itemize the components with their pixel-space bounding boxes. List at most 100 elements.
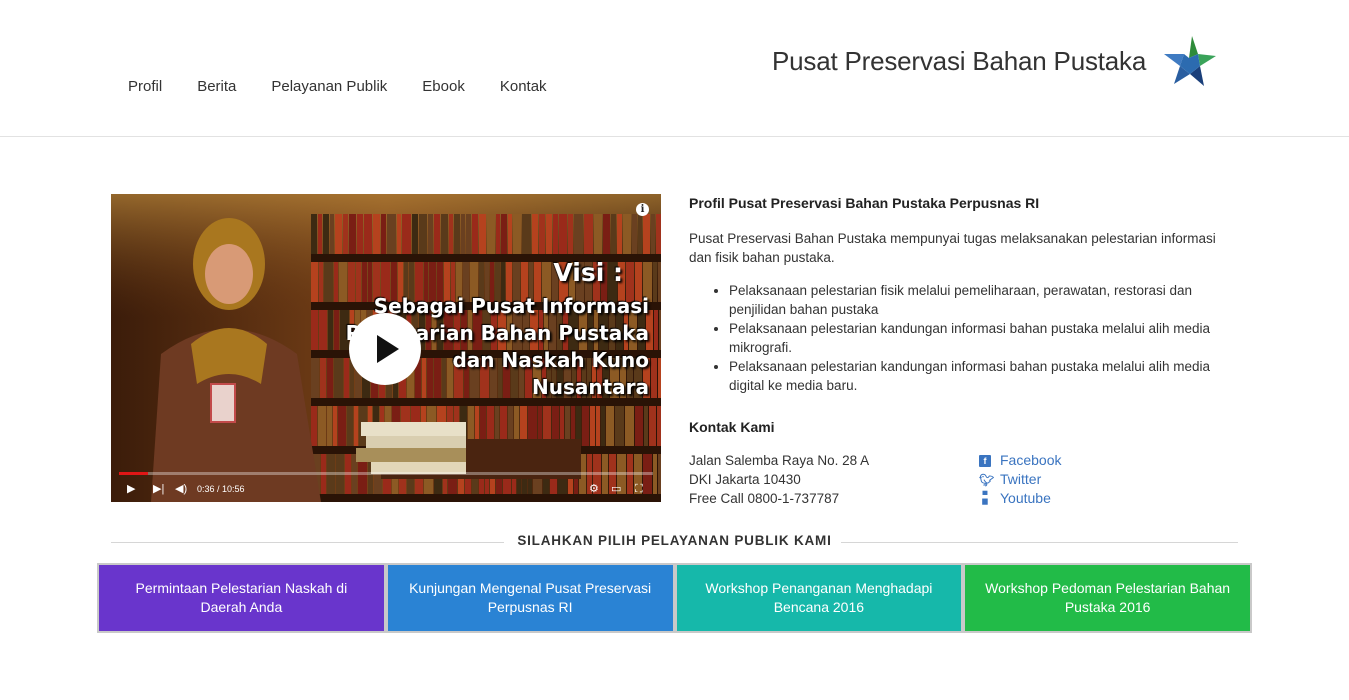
shelf-book [334,310,339,350]
shelf-book [311,406,317,446]
site-header: Profil Berita Pelayanan Publik Ebook Kon… [0,0,1349,137]
shelf-book [343,214,348,254]
shelf-book [397,214,401,254]
shelf-book [381,214,386,254]
play-button[interactable] [349,313,421,385]
shelf-book [327,358,333,398]
profile-bullets: Pelaksanaan pelestarian fisik melalui pe… [689,281,1224,395]
shelf-book [441,214,448,254]
shelf-book [574,214,583,254]
shelf-book [487,214,495,254]
shelf-book [501,214,507,254]
play-icon[interactable]: ▶ [127,484,135,495]
youtube-link[interactable]: ▀ ▆ Youtube [979,489,1061,508]
volume-icon[interactable]: ◀) [175,484,187,495]
services-heading: SILAHKAN PILIH PELAYANAN PUBLIK KAMI [111,533,1238,553]
service-tile-permintaan-pelestarian[interactable]: Permintaan Pelestarian Naskah di Daerah … [97,563,386,633]
shelf-book [651,214,655,254]
nav-ebook[interactable]: Ebook [422,78,465,95]
contact-heading: Kontak Kami [689,419,775,435]
shelf-book [461,214,465,254]
shelf-book [596,406,600,446]
shelf-book [657,406,661,446]
shelf-book [638,214,642,254]
shelf-book [323,214,329,254]
video-progress-bar[interactable] [119,472,653,475]
services-title: SILAHKAN PILIH PELAYANAN PUBLIK KAMI [517,533,832,548]
shelf-book [606,406,614,446]
shelf-book [387,214,396,254]
settings-icon[interactable]: ⚙ [589,484,599,495]
service-tile-workshop-bencana[interactable]: Workshop Penanganan Menghadapi Bencana 2… [674,563,964,633]
service-tiles: Permintaan Pelestarian Naskah di Daerah … [97,563,1252,633]
shelf-book [522,214,531,254]
shelf-book [357,214,363,254]
shelf-book [319,310,327,350]
shelf-book [594,214,602,254]
profile-section: Profil Pusat Preservasi Bahan Pustaka Pe… [689,194,1224,395]
shelf-book [333,406,337,446]
shelf-book [311,358,319,398]
service-tile-workshop-pedoman[interactable]: Workshop Pedoman Pelestarian Bahan Pusta… [963,563,1252,633]
shelf-book [539,214,545,254]
shelf-book [559,214,567,254]
shelf-book [496,214,500,254]
list-item: Pelaksanaan pelestarian kandungan inform… [729,319,1224,357]
profile-heading: Profil Pusat Preservasi Bahan Pustaka Pe… [689,195,1040,211]
shelf-book [615,406,624,446]
address-line: Free Call 0800-1-737787 [689,491,840,506]
list-item: Pelaksanaan pelestarian kandungan inform… [729,357,1224,395]
shelf-book [601,406,605,446]
facebook-link[interactable]: f Facebook [979,451,1061,470]
shelf-book [428,214,433,254]
shelf-book [584,214,593,254]
shelf-book [654,310,658,350]
shelf-book [454,214,460,254]
star-logo-icon[interactable] [1160,34,1218,90]
shelf-book [532,214,538,254]
video-progress-fill [119,472,149,475]
shelf-book [412,214,418,254]
nav-berita[interactable]: Berita [197,78,236,95]
fullscreen-icon[interactable]: ⛶ [635,484,643,495]
twitter-link[interactable]: 🐦︎ Twitter [979,470,1061,489]
shelf-book [320,358,326,398]
shelf-book [611,214,616,254]
shelf-book [373,214,380,254]
divider [841,542,1238,543]
info-icon[interactable]: i [636,203,649,216]
twitter-icon: 🐦︎ [979,472,995,487]
social-links: f Facebook 🐦︎ Twitter ▀ ▆ Youtube [979,451,1061,508]
shelf-book [649,406,656,446]
shelf-book [311,310,318,350]
list-item: Pelaksanaan pelestarian fisik melalui pe… [729,281,1224,319]
service-tile-kunjungan[interactable]: Kunjungan Mengenal Pusat Preservasi Perp… [385,563,675,633]
facebook-icon: f [979,454,991,467]
profile-intro: Pusat Preservasi Bahan Pustaka mempunyai… [689,231,1216,265]
main-nav: Profil Berita Pelayanan Publik Ebook Kon… [128,78,582,95]
shelf-book [334,358,343,398]
nav-pelayanan-publik[interactable]: Pelayanan Publik [271,78,387,95]
shelf-book [568,214,573,254]
shelf-book [402,214,411,254]
nav-kontak[interactable]: Kontak [500,78,547,95]
shelf-book [472,214,478,254]
shelf-book [617,214,622,254]
shelf-book [324,262,333,302]
theater-mode-icon[interactable]: ▭ [611,484,621,495]
contact-address: Jalan Salemba Raya No. 28 A DKI Jakarta … [689,451,869,508]
video-timecode: 0:36 / 10:56 [197,484,245,494]
nav-profil[interactable]: Profil [128,78,162,95]
shelf-book [364,214,372,254]
shelf-book [643,214,650,254]
video-controls: ▶ ▶| ◀) 0:36 / 10:56 ⚙ ▭ ⛶ [111,470,661,502]
video-player[interactable]: Visi : Sebagai Pusat Informasi Pelestari… [111,194,661,502]
shelf-book [479,214,486,254]
address-line: Jalan Salemba Raya No. 28 A [689,453,870,468]
shelf-book [651,358,657,398]
shelf-book [419,214,427,254]
shelf-book [635,406,643,446]
site-title[interactable]: Pusat Preservasi Bahan Pustaka [772,46,1146,77]
next-icon[interactable]: ▶| [153,484,164,495]
youtube-icon: ▀ ▆ [982,491,988,505]
